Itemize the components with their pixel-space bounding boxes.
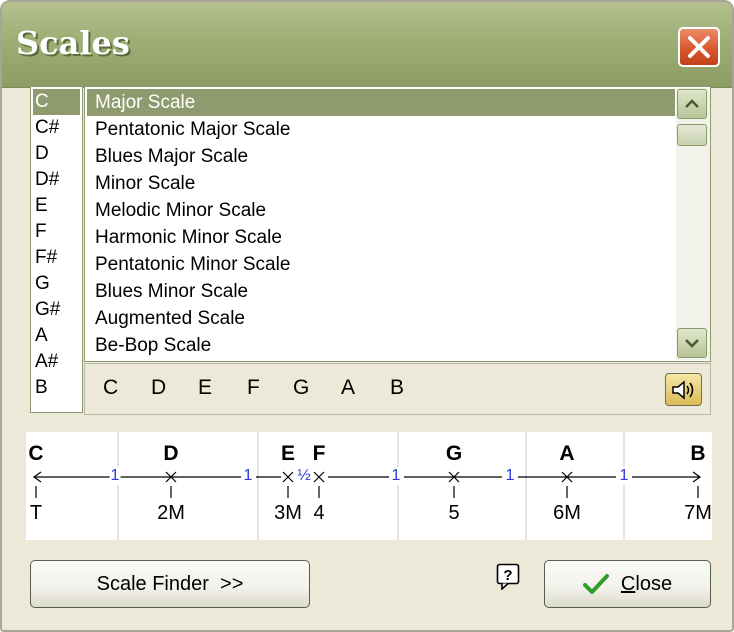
scale-note: B [390,376,405,399]
root-note-list[interactable]: C C# D D# E F F# G G# A A# B [30,86,83,413]
scale-note: F [247,376,260,399]
note-item-a-sharp[interactable]: A# [33,349,80,375]
diagram-interval: 3M [274,502,302,524]
note-item-b[interactable]: B [33,375,80,401]
scale-item-blues-minor[interactable]: Blues Minor Scale [87,278,675,305]
play-scale-button[interactable] [665,373,702,406]
scroll-up-button[interactable] [677,89,707,119]
scale-item-minor[interactable]: Minor Scale [87,170,675,197]
scale-list-scrollbar[interactable] [676,88,710,360]
window-close-button[interactable] [678,27,720,67]
scales-dialog: Scales C C# D D# E F F# G G# A A# B Majo… [0,0,734,632]
scale-item-pentatonic-minor[interactable]: Pentatonic Minor Scale [87,251,675,278]
note-item-c[interactable]: C [33,89,80,115]
scroll-down-button[interactable] [677,328,707,358]
diagram-step: ½ [296,467,312,485]
scale-item-augmented[interactable]: Augmented Scale [87,305,675,332]
diagram-note: C [28,442,44,465]
diagram-step: 1 [618,467,630,485]
scroll-up-arrow-icon [685,99,699,108]
scale-item-be-bop[interactable]: Be-Bop Scale [87,332,675,359]
scale-item-blues-major[interactable]: Blues Major Scale [87,143,675,170]
svg-text:?: ? [503,567,512,584]
speaker-icon [671,379,693,400]
diagram-note: G [445,442,463,465]
diagram-note: D [163,442,179,465]
window-title: Scales [16,24,130,62]
help-icon[interactable]: ? [496,563,523,590]
diagram-interval: 5 [448,502,460,524]
close-button[interactable]: Close [544,560,711,608]
note-item-d-sharp[interactable]: D# [33,167,80,193]
diagram-step: 1 [109,467,121,485]
scale-item-melodic-minor[interactable]: Melodic Minor Scale [87,197,675,224]
diagram-interval: 2M [157,502,185,524]
scale-finder-label: Scale Finder >> [96,572,244,595]
scroll-thumb[interactable] [677,124,707,146]
note-item-d[interactable]: D [33,141,80,167]
scale-item-major[interactable]: Major Scale [87,89,675,116]
scroll-down-arrow-icon [685,339,699,348]
note-item-f-sharp[interactable]: F# [33,245,80,271]
scale-note: E [198,376,213,399]
scale-finder-button[interactable]: Scale Finder >> [30,560,310,608]
diagram-note: A [559,442,575,465]
diagram-interval: 6M [553,502,581,524]
interval-diagram: C D E F G A B 1 1 ½ 1 1 1 T 2M 3M 4 5 6M… [26,432,712,540]
note-item-a[interactable]: A [33,323,80,349]
close-accelerator: C [620,572,636,595]
scale-note: D [151,376,167,399]
scale-item-pentatonic-major[interactable]: Pentatonic Major Scale [87,116,675,143]
note-item-f[interactable]: F [33,219,80,245]
scale-note: G [293,376,310,399]
note-item-e[interactable]: E [33,193,80,219]
close-label-rest: lose [635,572,673,595]
diagram-note: E [280,442,296,465]
diagram-step: 1 [242,467,254,485]
diagram-step: 1 [390,467,402,485]
diagram-note: B [690,442,706,465]
scale-type-list[interactable]: Major Scale Pentatonic Major Scale Blues… [84,86,711,362]
diagram-interval: 4 [313,502,325,524]
scale-note: C [103,376,119,399]
note-item-g-sharp[interactable]: G# [33,297,80,323]
diagram-step: 1 [504,467,516,485]
scale-item-harmonic-minor[interactable]: Harmonic Minor Scale [87,224,675,251]
diagram-interval: T [29,502,43,524]
diagram-note: F [312,442,326,465]
interval-diagram-lines [32,432,702,540]
checkmark-icon [582,574,609,594]
scale-note: A [341,376,356,399]
diagram-interval: 7M [684,502,712,524]
close-button-label: Close [621,573,672,596]
note-item-g[interactable]: G [33,271,80,297]
scale-notes-bar: C D E F G A B [84,363,711,415]
note-item-c-sharp[interactable]: C# [33,115,80,141]
title-bar[interactable]: Scales [2,2,732,88]
close-icon [688,36,710,58]
